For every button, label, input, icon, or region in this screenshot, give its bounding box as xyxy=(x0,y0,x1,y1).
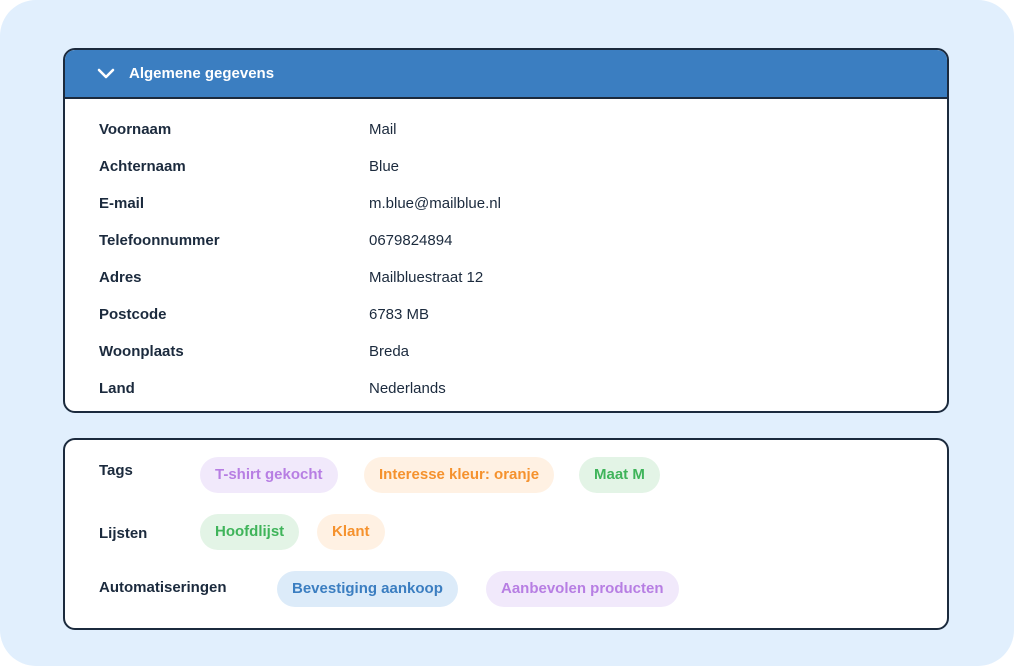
field-value: Mail xyxy=(369,121,397,138)
field-row-city: Woonplaats Breda xyxy=(65,343,947,380)
field-label: Postcode xyxy=(99,306,167,323)
field-value: Mailbluestraat 12 xyxy=(369,269,484,286)
list-chip[interactable]: Klant xyxy=(317,514,385,550)
field-value: Blue xyxy=(369,158,400,175)
general-info-title: Algemene gegevens xyxy=(129,65,275,82)
field-value: 6783 MB xyxy=(369,306,430,323)
field-list: Voornaam Mail Achternaam Blue E-mail m.b… xyxy=(65,99,947,411)
field-row-first-name: Voornaam Mail xyxy=(65,121,947,158)
field-row-address: Adres Mailbluestraat 12 xyxy=(65,269,947,306)
automations-label: Automatiseringen xyxy=(99,579,227,596)
field-value: 0679824894 xyxy=(369,232,453,249)
field-label: Achternaam xyxy=(99,158,186,175)
automation-chip[interactable]: Aanbevolen producten xyxy=(486,571,679,607)
field-value: m.blue@mailblue.nl xyxy=(369,195,501,212)
field-label: Telefoonnummer xyxy=(99,232,220,249)
tag-chip[interactable]: T-shirt gekocht xyxy=(200,457,338,493)
segmentation-card: Tags T-shirt gekocht Interesse kleur: or… xyxy=(63,438,949,630)
field-row-last-name: Achternaam Blue xyxy=(65,158,947,195)
field-label: E-mail xyxy=(99,195,145,212)
field-label: Woonplaats xyxy=(99,343,184,360)
general-info-header[interactable]: Algemene gegevens xyxy=(65,50,947,99)
field-row-country: Land Nederlands xyxy=(65,380,947,411)
automation-chip[interactable]: Bevestiging aankoop xyxy=(277,571,458,607)
field-label: Voornaam xyxy=(99,121,172,138)
field-row-postcode: Postcode 6783 MB xyxy=(65,306,947,343)
field-row-email: E-mail m.blue@mailblue.nl xyxy=(65,195,947,232)
tag-chip[interactable]: Maat M xyxy=(579,457,660,493)
tag-chip[interactable]: Interesse kleur: oranje xyxy=(364,457,555,493)
field-value: Breda xyxy=(369,343,410,360)
field-value: Nederlands xyxy=(369,380,446,397)
field-row-phone: Telefoonnummer 0679824894 xyxy=(65,232,947,269)
chevron-down-icon[interactable] xyxy=(97,67,117,81)
lists-label: Lijsten xyxy=(99,525,148,542)
field-label: Adres xyxy=(99,269,142,286)
general-info-card: Algemene gegevens Voornaam Mail Achterna… xyxy=(63,48,949,413)
list-chip[interactable]: Hoofdlijst xyxy=(200,514,300,550)
tags-label: Tags xyxy=(99,462,133,479)
field-label: Land xyxy=(99,380,135,397)
